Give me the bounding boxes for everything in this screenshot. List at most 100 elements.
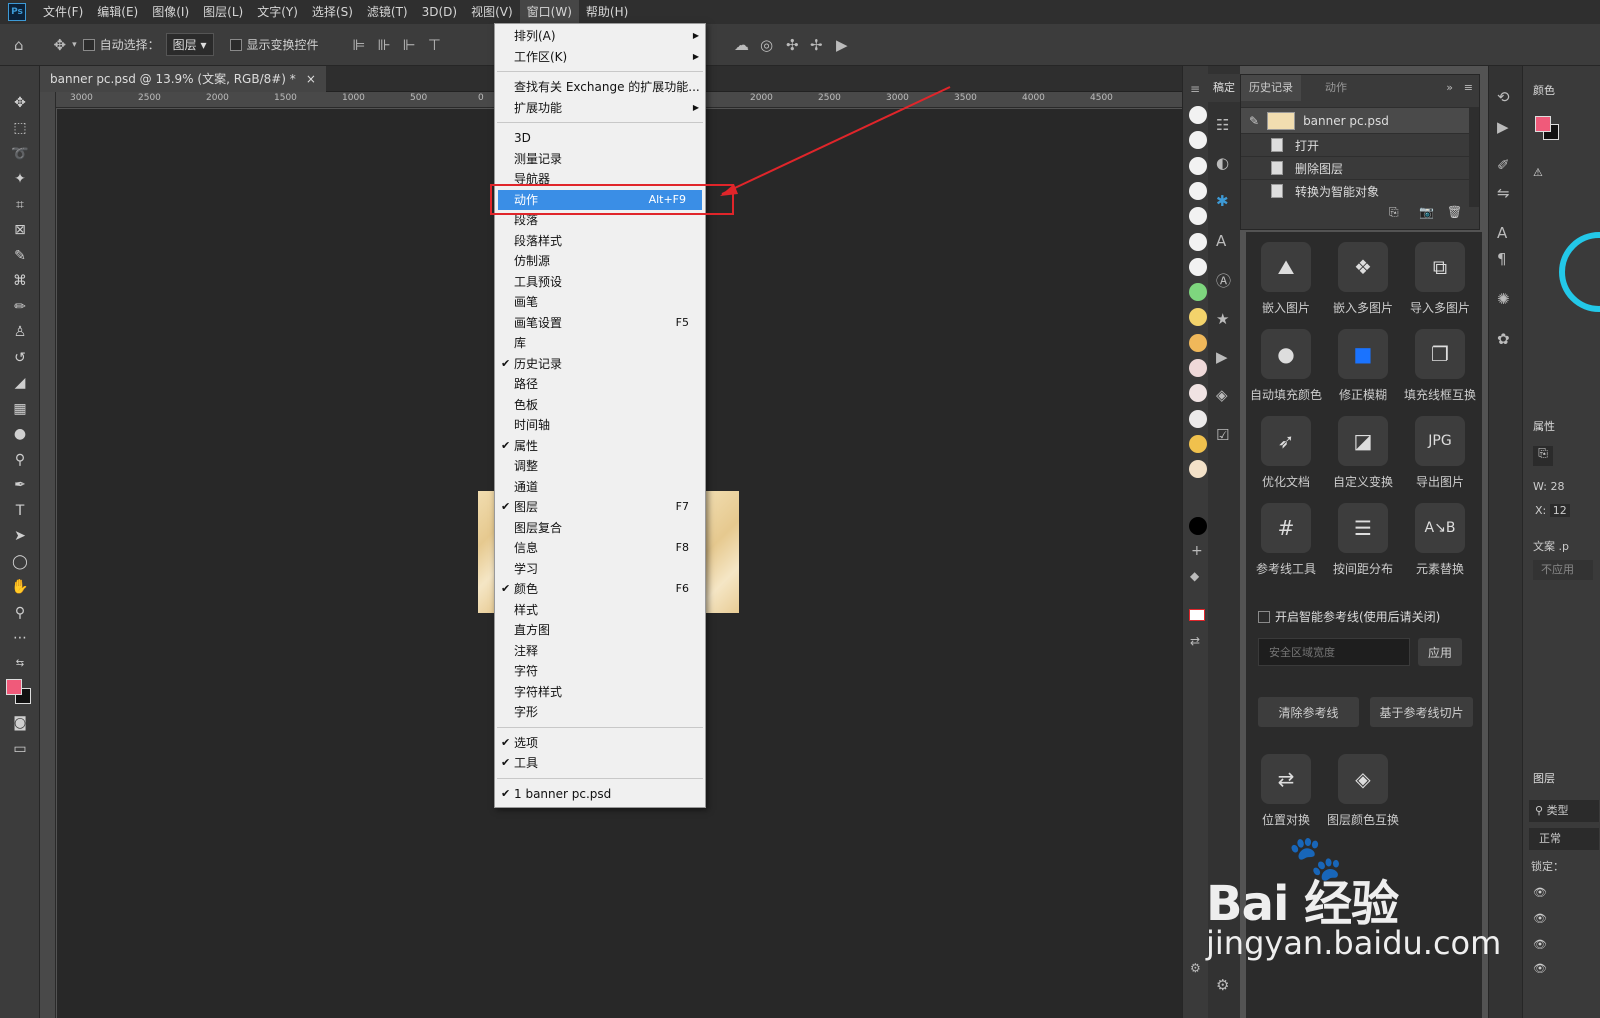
- stack-icon[interactable]: ◈: [1216, 386, 1228, 404]
- panel-libraries-icon[interactable]: ☷: [1216, 116, 1229, 134]
- window-menu-item[interactable]: ✔ 1 banner pc.psd: [495, 784, 705, 804]
- color-swatch[interactable]: [1189, 181, 1207, 200]
- history-step[interactable]: 删除图层: [1241, 156, 1469, 179]
- actions-play-icon[interactable]: ▶: [1497, 118, 1509, 136]
- window-menu-item[interactable]: 时间轴: [495, 415, 705, 435]
- color-swatch[interactable]: [1189, 409, 1207, 428]
- window-menu-item[interactable]: 段落样式: [495, 231, 705, 251]
- eyedropper-icon[interactable]: ✎: [0, 243, 40, 269]
- clear-guides-button[interactable]: 清除参考线: [1258, 697, 1359, 727]
- window-menu-item[interactable]: ✔ 历史记录: [495, 354, 705, 374]
- plugin-tile[interactable]: ● 自动填充颜色: [1248, 329, 1324, 403]
- 3d-orbit-icon[interactable]: ☁: [734, 36, 749, 54]
- color-swatch[interactable]: [1189, 207, 1207, 226]
- properties-panel-title[interactable]: 属性: [1533, 418, 1555, 434]
- window-menu-item[interactable]: 字形: [495, 702, 705, 722]
- color-swatch[interactable]: [1189, 156, 1207, 175]
- x-value[interactable]: 12: [1549, 504, 1570, 517]
- ellipse-tool-icon[interactable]: ◯: [0, 549, 40, 575]
- visibility-eye-icon[interactable]: 👁: [1533, 938, 1547, 951]
- color-wheel[interactable]: [1559, 232, 1600, 312]
- width-value[interactable]: 28: [1550, 480, 1564, 493]
- menu-5[interactable]: 选择(S): [305, 0, 360, 24]
- window-menu-item[interactable]: 画笔: [495, 292, 705, 312]
- star-icon[interactable]: ★: [1216, 310, 1229, 328]
- window-menu-item[interactable]: ✔ 选项: [495, 733, 705, 753]
- foreground-color[interactable]: [6, 678, 22, 695]
- color-swatch[interactable]: [1189, 283, 1207, 302]
- window-menu-item[interactable]: ✔ 工具: [495, 753, 705, 773]
- 3d-scale-icon[interactable]: ▶: [836, 36, 848, 54]
- plugin-icon[interactable]: ✿: [1497, 330, 1510, 348]
- type-tool-icon[interactable]: T: [0, 498, 40, 524]
- window-menu-item[interactable]: 图层复合: [495, 518, 705, 538]
- window-menu-item[interactable]: 扩展功能 ▶: [495, 98, 705, 118]
- window-menu-item[interactable]: ✔ 图层 F7: [495, 497, 705, 517]
- hand-tool-icon[interactable]: ✋: [0, 575, 40, 601]
- color-swatch[interactable]: [1189, 460, 1207, 479]
- color-panel-title[interactable]: 颜色: [1533, 82, 1555, 98]
- menu-0[interactable]: 文件(F): [36, 0, 90, 24]
- color-swatch[interactable]: [1189, 434, 1207, 453]
- lasso-tool-icon[interactable]: ➰: [0, 141, 40, 167]
- slice-by-guides-button[interactable]: 基于参考线切片: [1370, 697, 1473, 727]
- play-icon[interactable]: ▶: [1216, 348, 1228, 366]
- plugin-tile[interactable]: ☰ 按间距分布: [1325, 503, 1401, 577]
- brightness-icon[interactable]: ✺: [1497, 290, 1510, 308]
- window-menu-item[interactable]: 注释: [495, 641, 705, 661]
- menu-icon[interactable]: ≡: [1190, 82, 1200, 96]
- plugin-tile[interactable]: ■ 修正模糊: [1325, 329, 1401, 403]
- settings-icon[interactable]: ⚙: [1190, 961, 1201, 975]
- plugin-tile[interactable]: A↘B 元素替换: [1402, 503, 1478, 577]
- brush-settings-icon[interactable]: ✐: [1497, 156, 1510, 174]
- window-menu-item[interactable]: 直方图: [495, 620, 705, 640]
- window-menu-item[interactable]: 样式: [495, 600, 705, 620]
- history-snapshot[interactable]: ✎ banner pc.psd: [1241, 107, 1469, 133]
- eraser-tool-icon[interactable]: ◢: [0, 371, 40, 397]
- document-tab[interactable]: banner pc.psd @ 13.9% (文案, RGB/8#) * ×: [40, 66, 326, 92]
- plugin-tile[interactable]: JPG 导出图片: [1402, 416, 1478, 490]
- color-swatch[interactable]: [1189, 308, 1207, 327]
- marquee-tool-icon[interactable]: ⬚: [0, 116, 40, 142]
- plugin-tile[interactable]: # 参考线工具: [1248, 503, 1324, 577]
- menu-9[interactable]: 窗口(W): [519, 0, 579, 24]
- plugin-tile[interactable]: ⇄ 位置对换: [1248, 754, 1324, 828]
- align-top-icon[interactable]: ⊤: [428, 36, 441, 54]
- pen-tool-icon[interactable]: ✒: [0, 473, 40, 499]
- safe-area-input[interactable]: [1258, 638, 1410, 666]
- window-menu-item[interactable]: 工作区(K) ▶: [495, 47, 705, 67]
- home-icon[interactable]: ⌂: [14, 36, 24, 54]
- window-menu-item[interactable]: 通道: [495, 477, 705, 497]
- window-menu-item[interactable]: 信息 F8: [495, 538, 705, 558]
- stamp-tool-icon[interactable]: ♙: [0, 320, 40, 346]
- align-right-icon[interactable]: ⊩: [403, 36, 416, 54]
- window-menu-item[interactable]: 画笔设置 F5: [495, 313, 705, 333]
- window-menu-item[interactable]: 学习: [495, 559, 705, 579]
- window-menu-item[interactable]: 调整: [495, 456, 705, 476]
- apply-button[interactable]: 应用: [1418, 638, 1462, 666]
- add-icon[interactable]: +: [1191, 543, 1203, 559]
- checkbox-icon[interactable]: ☑: [1216, 426, 1229, 444]
- not-applied-field[interactable]: 不应用: [1533, 560, 1593, 580]
- brush-tool-icon[interactable]: ✏: [0, 294, 40, 320]
- visibility-eye-icon[interactable]: 👁: [1533, 886, 1547, 899]
- plugin-tile[interactable]: ❐ 填充线框互换: [1402, 329, 1478, 403]
- no-fill-icon[interactable]: [1189, 609, 1205, 621]
- panel-foreground-color[interactable]: [1535, 116, 1551, 132]
- color-swatch[interactable]: [1189, 257, 1207, 276]
- blend-mode-select[interactable]: 正常: [1529, 828, 1599, 850]
- window-menu-item[interactable]: 3D: [495, 128, 705, 148]
- window-menu-item[interactable]: 库: [495, 333, 705, 353]
- history-step[interactable]: 打开: [1241, 133, 1469, 156]
- move-tool-icon[interactable]: ✥: [0, 90, 40, 116]
- move-icon[interactable]: ✥: [54, 36, 67, 54]
- visibility-eye-icon[interactable]: 👁: [1533, 962, 1547, 975]
- blur-tool-icon[interactable]: ●: [0, 422, 40, 448]
- auto-select-checkbox[interactable]: 自动选择：: [82, 36, 160, 53]
- window-menu-item[interactable]: 排列(A) ▶: [495, 26, 705, 46]
- more-tools-icon[interactable]: ⋯: [0, 626, 40, 652]
- window-menu-item[interactable]: 路径: [495, 374, 705, 394]
- gradient-tool-icon[interactable]: ▦: [0, 396, 40, 422]
- path-select-icon[interactable]: ➤: [0, 524, 40, 550]
- align-left-icon[interactable]: ⊫: [353, 36, 366, 54]
